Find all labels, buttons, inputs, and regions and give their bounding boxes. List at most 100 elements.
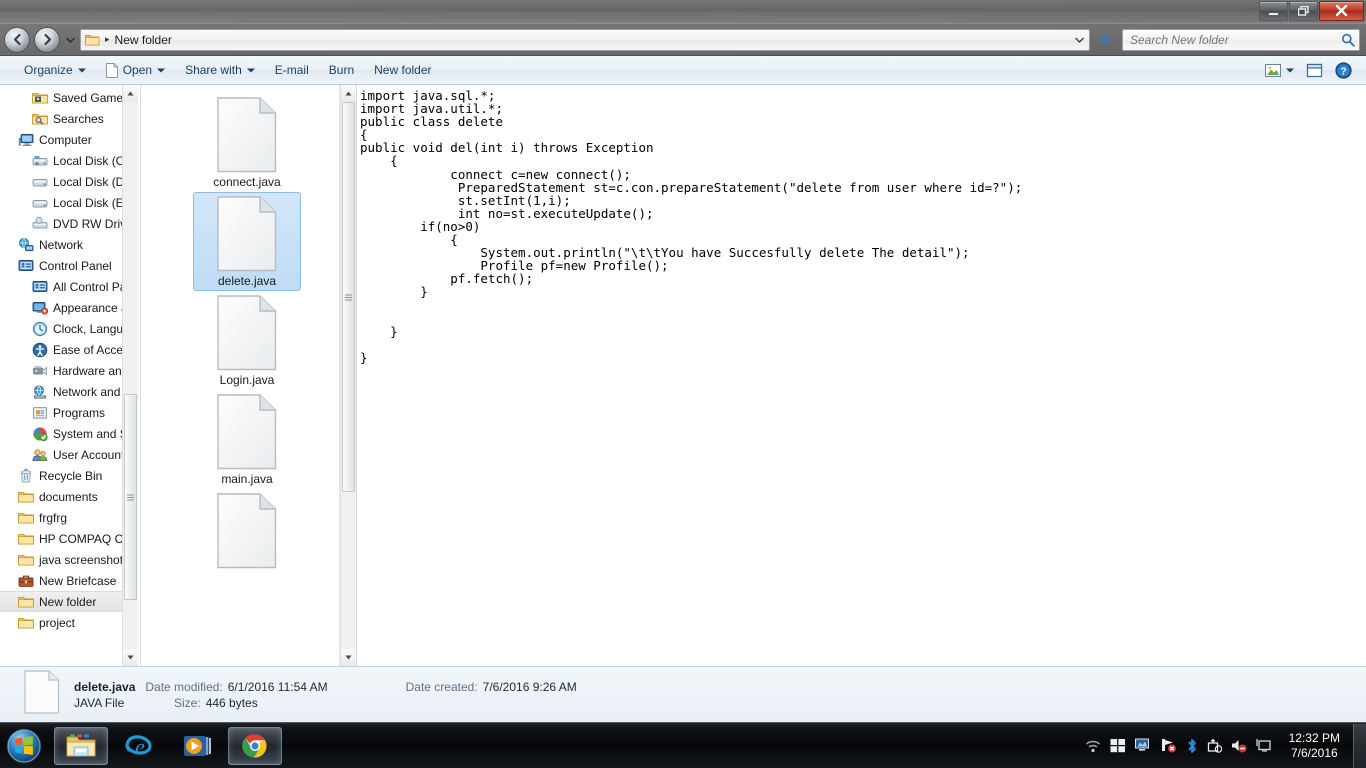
windows-explorer-taskbar-icon (66, 734, 96, 756)
nav-item-control-panel[interactable]: Control Panel (0, 255, 138, 276)
volume-muted-icon[interactable] (1231, 738, 1247, 753)
nav-item-all-control-pan[interactable]: All Control Pan (0, 276, 138, 297)
clock[interactable]: 12:32 PM 7/6/2016 (1281, 731, 1349, 761)
file-item[interactable]: main.java (193, 390, 301, 489)
start-orb-icon (6, 728, 42, 763)
file-scroll-up-button[interactable] (340, 85, 356, 102)
forward-button[interactable] (34, 26, 60, 53)
folder-icon (18, 617, 34, 628)
email-button[interactable]: E-mail (265, 59, 319, 82)
nav-item-label: New folder (39, 594, 97, 609)
taskbar-chrome-button[interactable] (228, 726, 282, 765)
taskbar-media-player-button[interactable] (170, 727, 224, 765)
show-desktop-button[interactable] (1353, 723, 1366, 768)
start-button[interactable] (0, 724, 48, 768)
nav-item-programs[interactable]: Programs (0, 402, 138, 423)
file-item[interactable] (193, 489, 301, 574)
open-button[interactable]: Open (96, 59, 175, 82)
nav-scroll-down-button[interactable] (122, 649, 138, 666)
dvd-drive-icon (32, 216, 48, 229)
nav-item-documents[interactable]: documents (0, 486, 138, 507)
navigation-pane: Saved Games Searches Computer Local Disk (C… (0, 85, 138, 666)
nav-item-ease-of-access[interactable]: Ease of Access (0, 339, 138, 360)
nav-item-network[interactable]: Network (0, 234, 138, 255)
taskbar-internet-explorer-button[interactable]: e (112, 727, 166, 765)
file-item-label: connect.java (213, 175, 281, 189)
nav-item-appearance-an[interactable]: Appearance an (0, 297, 138, 318)
file-item[interactable]: connect.java (193, 93, 301, 192)
organize-button[interactable]: Organize (14, 59, 96, 82)
network-error-icon[interactable] (1161, 738, 1177, 753)
preview-pane[interactable]: import java.sql.*; import java.util.*; p… (356, 85, 1366, 666)
file-item[interactable]: Login.java (193, 291, 301, 390)
recent-pages-button[interactable] (64, 27, 76, 53)
preview-pane-button[interactable] (1301, 59, 1328, 82)
navigation-scrollbar[interactable] (122, 85, 138, 666)
taskbar-windows-explorer-button[interactable] (54, 726, 108, 765)
bluetooth-icon[interactable] (1186, 738, 1198, 754)
help-button[interactable]: ? (1330, 59, 1357, 82)
nav-item-new-briefcase[interactable]: New Briefcase (0, 570, 138, 591)
file-scroll-down-button[interactable] (340, 649, 356, 666)
file-item[interactable]: delete.java (193, 192, 301, 291)
display-icon[interactable] (1255, 738, 1272, 753)
nav-item-frgfrg[interactable]: frgfrg (0, 507, 138, 528)
back-button[interactable] (4, 26, 30, 53)
nav-item-new-folder[interactable]: New folder (0, 591, 138, 612)
nav-item-dvd-rw-drive[interactable]: DVD RW Drive ( (0, 213, 138, 234)
nav-item-system-and-sec[interactable]: System and Sec (0, 423, 138, 444)
file-list-scrollbar[interactable] (340, 85, 356, 666)
chevron-down-icon (345, 655, 352, 660)
network-monitor-icon[interactable] (1134, 738, 1152, 753)
safely-remove-hardware-icon[interactable] (1207, 738, 1222, 753)
share-with-button[interactable]: Share with (175, 59, 265, 82)
nav-item-local-disk-c[interactable]: Local Disk (C:) (0, 150, 138, 171)
command-toolbar: Organize Open Share with E-mail Burn New… (0, 56, 1366, 85)
breadcrumb[interactable]: ▸ New folder (80, 28, 1090, 51)
minimize-button[interactable] (1259, 1, 1288, 21)
nav-item-network-and-in[interactable]: Network and In (0, 381, 138, 402)
nav-item-saved-games[interactable]: Saved Games (0, 87, 138, 108)
minimize-icon (1269, 12, 1278, 15)
nav-item-project[interactable]: project (0, 612, 138, 633)
search-icon[interactable] (1341, 33, 1355, 47)
file-scroll-thumb[interactable] (341, 102, 355, 492)
clock-time: 12:32 PM (1288, 730, 1340, 745)
nav-item-hp-compaq-cq[interactable]: HP COMPAQ CQ (0, 528, 138, 549)
search-box[interactable] (1122, 28, 1360, 51)
nav-item-label: Local Disk (C:) (53, 153, 132, 168)
wifi-icon[interactable] (1085, 738, 1101, 754)
folder-icon (85, 35, 100, 46)
windows-flag-icon[interactable] (1110, 738, 1126, 753)
file-list-pane[interactable]: connect.java delete.java Login.java main.ja… (141, 85, 356, 666)
breadcrumb-dropdown-button[interactable] (1071, 37, 1087, 43)
breadcrumb-path-label[interactable]: New folder (115, 33, 172, 47)
new-folder-button[interactable]: New folder (364, 59, 441, 82)
refresh-button[interactable] (1094, 29, 1116, 51)
nav-item-user-accounts[interactable]: User Accounts (0, 444, 138, 465)
change-view-button[interactable] (1260, 59, 1299, 82)
nav-item-label: Searches (53, 111, 104, 126)
nav-item-recycle-bin[interactable]: Recycle Bin (0, 465, 138, 486)
nav-item-computer[interactable]: Computer (0, 129, 138, 150)
file-scroll-track[interactable] (340, 102, 356, 649)
details-size-value: 446 bytes (205, 695, 258, 710)
search-input[interactable] (1130, 32, 1341, 47)
nav-item-java-screenshots[interactable]: java screenshots (0, 549, 138, 570)
nav-scroll-thumb[interactable] (123, 394, 137, 600)
nav-item-label: frgfrg (39, 510, 68, 525)
restore-button[interactable] (1289, 1, 1318, 21)
nav-item-local-disk-e[interactable]: Local Disk (E:) (0, 192, 138, 213)
burn-button[interactable]: Burn (319, 59, 364, 82)
nav-scroll-up-button[interactable] (122, 85, 138, 102)
explorer-body: Saved Games Searches Computer Local Disk (C… (0, 85, 1366, 666)
nav-item-local-disk-d[interactable]: Local Disk (D:) (0, 171, 138, 192)
title-bar[interactable] (0, 0, 1366, 24)
nav-scroll-track[interactable] (122, 102, 138, 649)
chevron-down-icon (1074, 37, 1084, 43)
nav-item-hardware-and[interactable]: Hardware and (0, 360, 138, 381)
nav-item-searches[interactable]: Searches (0, 108, 138, 129)
nav-item-clock-languag[interactable]: Clock, Languag (0, 318, 138, 339)
close-button[interactable] (1319, 1, 1364, 21)
network-internet-icon (34, 384, 46, 399)
